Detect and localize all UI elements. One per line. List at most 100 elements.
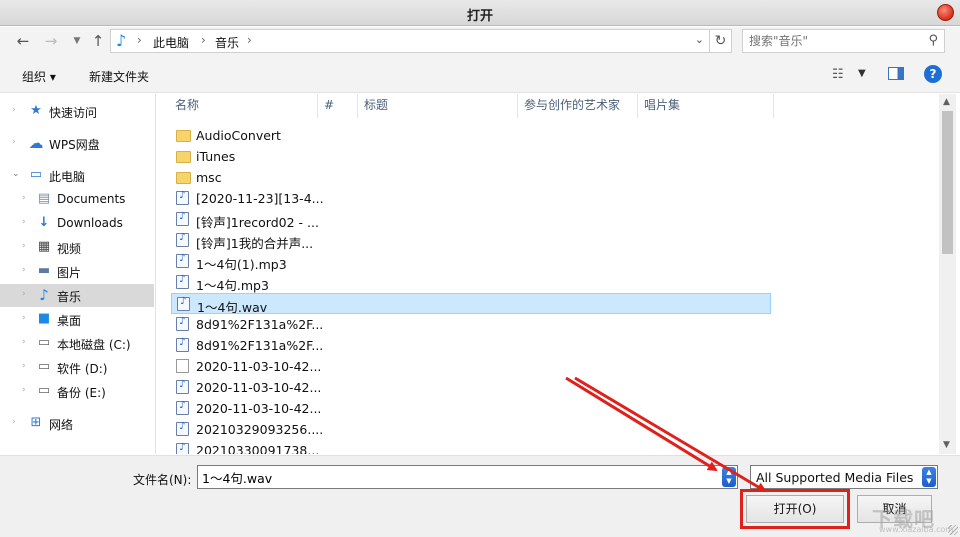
nav-item-drive-e[interactable]: › ▭ 备份 (E:) (0, 380, 154, 403)
nav-item-downloads[interactable]: › ↓ Downloads (0, 212, 154, 235)
column-header-number[interactable]: # (318, 94, 358, 118)
column-header-title[interactable]: 标题 (358, 94, 518, 118)
expand-chevron-icon[interactable]: › (22, 289, 26, 299)
expand-chevron-icon[interactable]: › (22, 193, 26, 203)
refresh-icon[interactable]: ↻ (710, 29, 732, 53)
expand-chevron-icon[interactable]: › (22, 313, 26, 323)
collapse-chevron-icon[interactable]: ⌄ (12, 169, 20, 179)
file-row[interactable]: [铃声]1我的合并声... (171, 230, 771, 251)
filename-input[interactable] (198, 466, 713, 488)
drive-icon: ▭ (37, 359, 51, 374)
filename-combobox[interactable]: ▲▼ (197, 465, 738, 489)
file-row[interactable]: 2020-11-03-10-42... (171, 377, 771, 398)
file-row[interactable]: 8d91%2F131a%2F... (171, 314, 771, 335)
recent-locations-chevron-icon[interactable]: ▼ (66, 31, 88, 51)
file-name: 20210330091738... (196, 443, 320, 454)
expand-chevron-icon[interactable]: › (22, 217, 26, 227)
file-row[interactable]: 1～4句.mp3 (171, 272, 771, 293)
view-options-icon[interactable]: ☷ (832, 67, 844, 82)
breadcrumb-separator[interactable]: › (137, 33, 142, 47)
address-row: ← → ▼ ↑ ♪ › 此电脑 › 音乐 › ⌄ ↻ ⚲ (0, 27, 960, 57)
breadcrumb-music[interactable]: 音乐 (215, 34, 239, 51)
filename-dropdown-icon[interactable]: ▲ ▼ (722, 467, 736, 487)
back-arrow-icon[interactable]: ← (12, 31, 34, 51)
nav-item-wps-cloud[interactable]: › ☁ WPS网盘 (0, 132, 154, 155)
file-row-selected[interactable]: 1～4句.wav (171, 293, 771, 315)
file-row[interactable]: 20210329093256.... (171, 419, 771, 440)
file-row[interactable]: 2020-11-03-10-42... (171, 356, 771, 377)
expand-chevron-icon[interactable]: › (22, 337, 26, 347)
annotation-highlight-box (740, 489, 850, 529)
file-type-select[interactable]: All Supported Media Files ▲ ▼ (750, 465, 938, 489)
address-bar[interactable]: ♪ › 此电脑 › 音乐 › ⌄ (110, 29, 710, 53)
column-header-album[interactable]: 唱片集 (638, 94, 774, 118)
expand-chevron-icon[interactable]: › (12, 417, 16, 427)
nav-item-drive-d[interactable]: › ▭ 软件 (D:) (0, 356, 154, 379)
nav-item-documents[interactable]: › ▤ Documents (0, 188, 154, 211)
file-type-dropdown-icon[interactable]: ▲ ▼ (922, 467, 936, 487)
title-bar: 打开 (0, 0, 960, 26)
file-name: [铃声]1我的合并声... (196, 236, 314, 251)
up-arrow-icon[interactable]: ↑ (87, 31, 109, 51)
expand-chevron-icon[interactable]: › (22, 385, 26, 395)
scroll-down-arrow-icon[interactable]: ▼ (943, 440, 950, 450)
help-icon[interactable]: ? (924, 65, 942, 83)
file-row-folder[interactable]: AudioConvert (171, 125, 771, 146)
expand-chevron-icon[interactable]: › (12, 105, 16, 115)
expand-chevron-icon[interactable]: › (12, 137, 16, 147)
search-box[interactable]: ⚲ (742, 29, 945, 53)
file-name: iTunes (196, 149, 236, 164)
nav-item-label: 网络 (49, 418, 74, 432)
search-input[interactable] (743, 30, 913, 52)
nav-item-this-pc[interactable]: ⌄ ▭ 此电脑 (0, 164, 154, 187)
file-name: 1～4句.mp3 (196, 278, 269, 293)
expand-chevron-icon[interactable]: › (22, 241, 26, 251)
breadcrumb-separator[interactable]: › (247, 33, 252, 47)
file-row-folder[interactable]: msc (171, 167, 771, 188)
column-header-artists[interactable]: 参与创作的艺术家 (518, 94, 638, 118)
toolbar: 组织 ▾ 新建文件夹 ☷ ▼ ? (0, 57, 960, 93)
nav-item-label: 本地磁盘 (C:) (57, 338, 131, 352)
nav-item-label: WPS网盘 (49, 138, 100, 152)
nav-item-pictures[interactable]: › ▬ 图片 (0, 260, 154, 283)
file-row[interactable]: 8d91%2F131a%2F... (171, 335, 771, 356)
breadcrumb-separator[interactable]: › (201, 33, 206, 47)
nav-item-label: 软件 (D:) (57, 362, 108, 376)
scrollbar-thumb[interactable] (942, 111, 953, 254)
file-name: [铃声]1record02 - ... (196, 215, 319, 230)
organize-button[interactable]: 组织 ▾ (22, 68, 56, 85)
file-row-folder[interactable]: iTunes (171, 146, 771, 167)
file-row[interactable]: 20210330091738... (171, 440, 771, 454)
nav-item-network[interactable]: › ⊞ 网络 (0, 412, 154, 435)
drive-icon: ▭ (37, 383, 51, 398)
nav-item-label: Downloads (57, 216, 123, 230)
address-dropdown-chevron-icon[interactable]: ⌄ (695, 33, 704, 46)
audio-file-icon (176, 379, 189, 394)
file-row[interactable]: 1～4句(1).mp3 (171, 251, 771, 272)
scroll-up-arrow-icon[interactable]: ▲ (943, 97, 950, 107)
forward-arrow-icon[interactable]: → (40, 31, 62, 51)
nav-item-music[interactable]: › ♪ 音乐 (0, 284, 154, 307)
column-header-name[interactable]: 名称 (169, 94, 318, 118)
audio-file-icon (176, 274, 189, 289)
nav-item-quick-access[interactable]: › ★ 快速访问 (0, 100, 154, 123)
file-name: msc (196, 170, 222, 185)
blank-file-icon (176, 359, 189, 373)
preview-pane-icon[interactable] (888, 67, 904, 80)
music-folder-icon: ♪ (116, 31, 127, 50)
new-folder-button[interactable]: 新建文件夹 (89, 68, 149, 85)
expand-chevron-icon[interactable]: › (22, 265, 26, 275)
close-button[interactable] (937, 4, 954, 21)
file-row[interactable]: 2020-11-03-10-42... (171, 398, 771, 419)
file-row[interactable]: [2020-11-23][13-4... (171, 188, 771, 209)
audio-file-icon (176, 400, 189, 415)
breadcrumb-this-pc[interactable]: 此电脑 (153, 34, 189, 51)
nav-item-drive-c[interactable]: › ▭ 本地磁盘 (C:) (0, 332, 154, 355)
expand-chevron-icon[interactable]: › (22, 361, 26, 371)
nav-item-videos[interactable]: › ▦ 视频 (0, 236, 154, 259)
search-icon[interactable]: ⚲ (928, 33, 938, 48)
vertical-scrollbar[interactable]: ▲ ▼ (939, 94, 956, 454)
file-row[interactable]: [铃声]1record02 - ... (171, 209, 771, 230)
nav-item-desktop[interactable]: › ■ 桌面 (0, 308, 154, 331)
view-dropdown-chevron-icon[interactable]: ▼ (858, 68, 866, 79)
